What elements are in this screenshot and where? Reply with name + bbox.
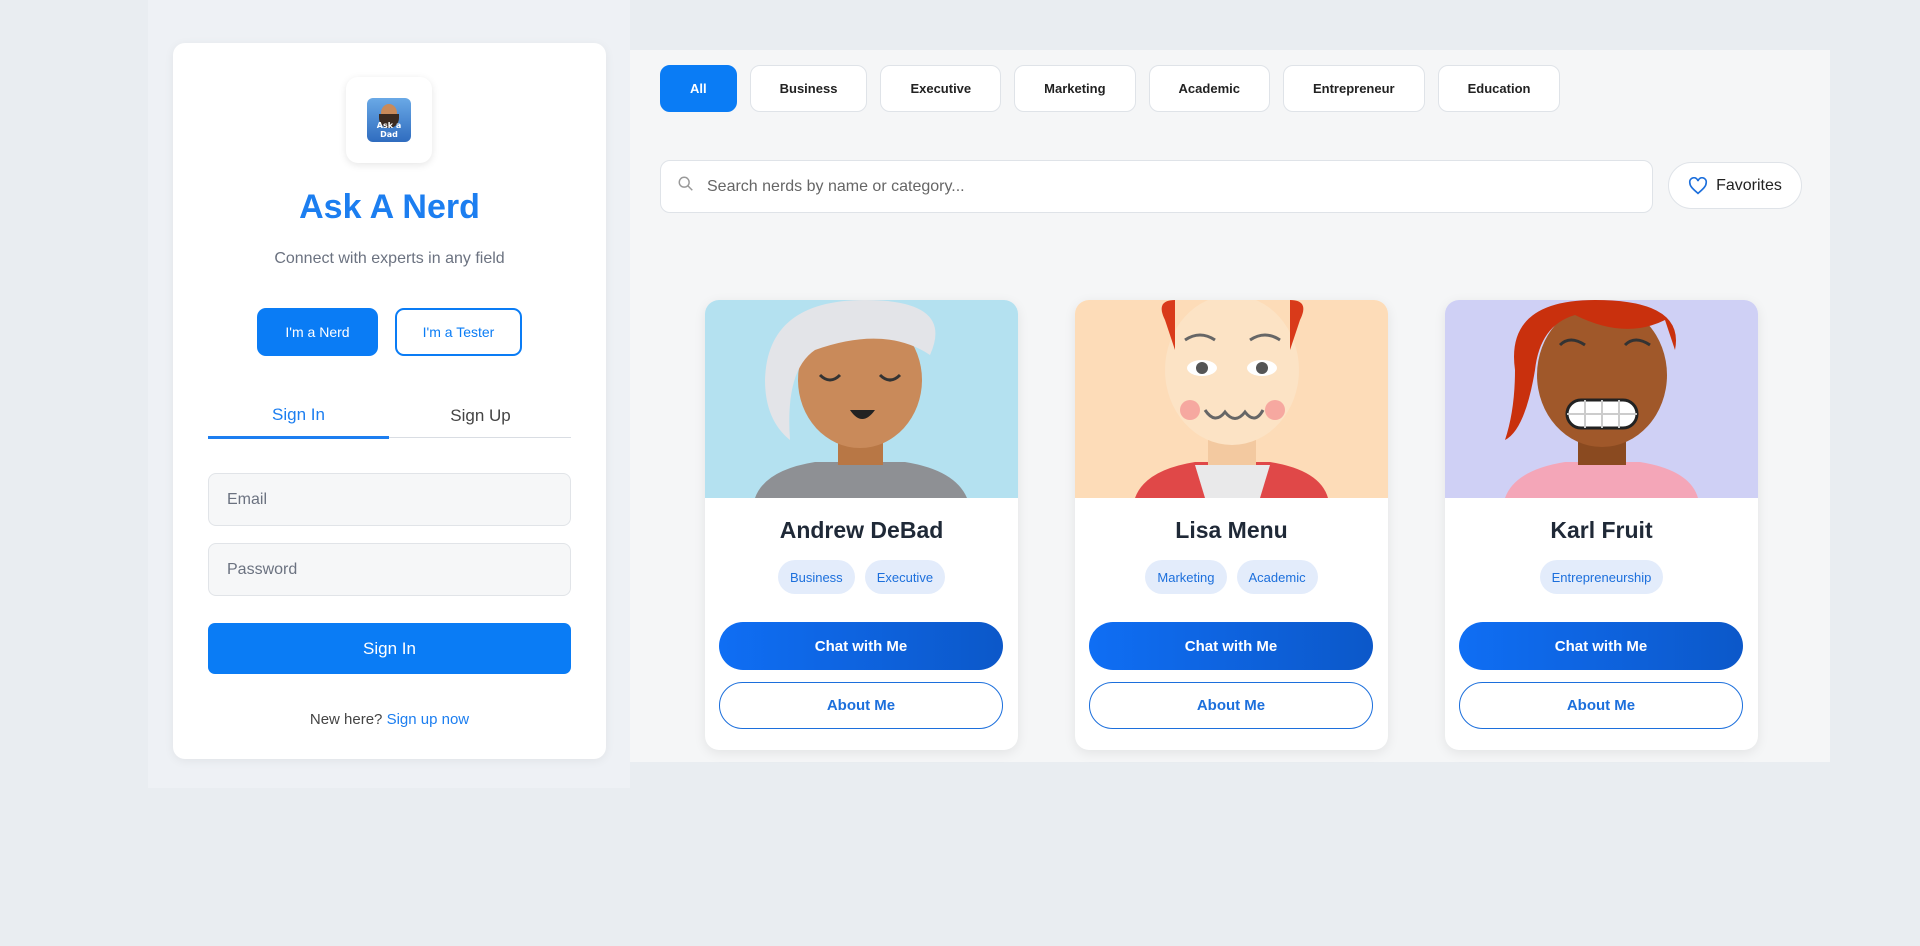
brand-subtitle: Connect with experts in any field: [274, 250, 505, 267]
auth-card: Ask a Dad Ask A Nerd Connect with expert…: [173, 43, 606, 759]
tab-sign-in[interactable]: Sign In: [208, 393, 389, 439]
main-panel: All Business Executive Marketing Academi…: [630, 50, 1830, 762]
heart-icon: [1689, 176, 1708, 194]
lisa-avatar-image: [1075, 300, 1388, 498]
nerd-name: Lisa Menu: [1175, 517, 1288, 543]
andrew-avatar-image: [705, 300, 1018, 498]
filter-chip-executive[interactable]: Executive: [880, 65, 1002, 112]
email-field[interactable]: [208, 473, 571, 526]
nerd-tags: Marketing Academic: [1075, 560, 1388, 594]
filter-chip-education[interactable]: Education: [1437, 65, 1561, 112]
nerd-name: Andrew DeBad: [779, 517, 944, 543]
category-tag: Marketing: [1145, 560, 1227, 594]
new-here-text: New here?: [309, 711, 383, 728]
search-input[interactable]: [707, 161, 1637, 212]
category-tag: Executive: [864, 560, 946, 594]
search-icon: [678, 176, 693, 191]
filter-chip-all[interactable]: All: [660, 65, 737, 112]
password-field[interactable]: [208, 543, 571, 596]
nerd-card: Karl Fruit Entrepreneurship Chat with Me…: [1445, 300, 1758, 750]
nerd-card: Lisa Menu Marketing Academic Chat with M…: [1075, 300, 1388, 750]
nerd-tags: Business Executive: [705, 560, 1018, 594]
about-me-button[interactable]: About Me: [1089, 682, 1373, 729]
karl-avatar-image: [1445, 300, 1758, 498]
chat-with-me-button[interactable]: Chat with Me: [1089, 622, 1373, 670]
tab-sign-up[interactable]: Sign Up: [390, 393, 571, 438]
about-me-button[interactable]: About Me: [719, 682, 1003, 729]
logo-text: Ask a Dad: [376, 121, 402, 139]
about-me-button[interactable]: About Me: [1459, 682, 1743, 729]
nerd-card: Andrew DeBad Business Executive Chat wit…: [705, 300, 1018, 750]
sign-up-link[interactable]: Sign up now: [387, 711, 470, 728]
nerd-tags: Entrepreneurship: [1445, 560, 1758, 594]
im-a-tester-button[interactable]: I'm a Tester: [395, 308, 522, 356]
auth-tabs: Sign In Sign Up: [208, 393, 571, 439]
logo-box: Ask a Dad: [346, 77, 432, 163]
category-tag: Entrepreneurship: [1539, 560, 1664, 594]
favorites-button[interactable]: Favorites: [1668, 162, 1802, 209]
search-box: [660, 160, 1653, 213]
new-here-row: New here? Sign up now: [173, 711, 606, 728]
sign-in-button[interactable]: Sign In: [208, 623, 571, 674]
nerd-name: Karl Fruit: [1550, 517, 1653, 543]
filter-chip-academic[interactable]: Academic: [1148, 65, 1270, 112]
filter-chips: All Business Executive Marketing Academi…: [660, 65, 1561, 112]
im-a-nerd-button[interactable]: I'm a Nerd: [257, 308, 378, 356]
filter-chip-entrepreneur[interactable]: Entrepreneur: [1282, 65, 1425, 112]
favorites-label: Favorites: [1716, 176, 1782, 194]
category-tag: Business: [777, 560, 855, 594]
chat-with-me-button[interactable]: Chat with Me: [1459, 622, 1743, 670]
ask-a-dad-logo: Ask a Dad: [367, 98, 411, 142]
chat-with-me-button[interactable]: Chat with Me: [719, 622, 1003, 670]
filter-chip-business[interactable]: Business: [749, 65, 868, 112]
brand-title: Ask A Nerd: [299, 188, 480, 226]
filter-chip-marketing[interactable]: Marketing: [1014, 65, 1136, 112]
category-tag: Academic: [1236, 560, 1318, 594]
